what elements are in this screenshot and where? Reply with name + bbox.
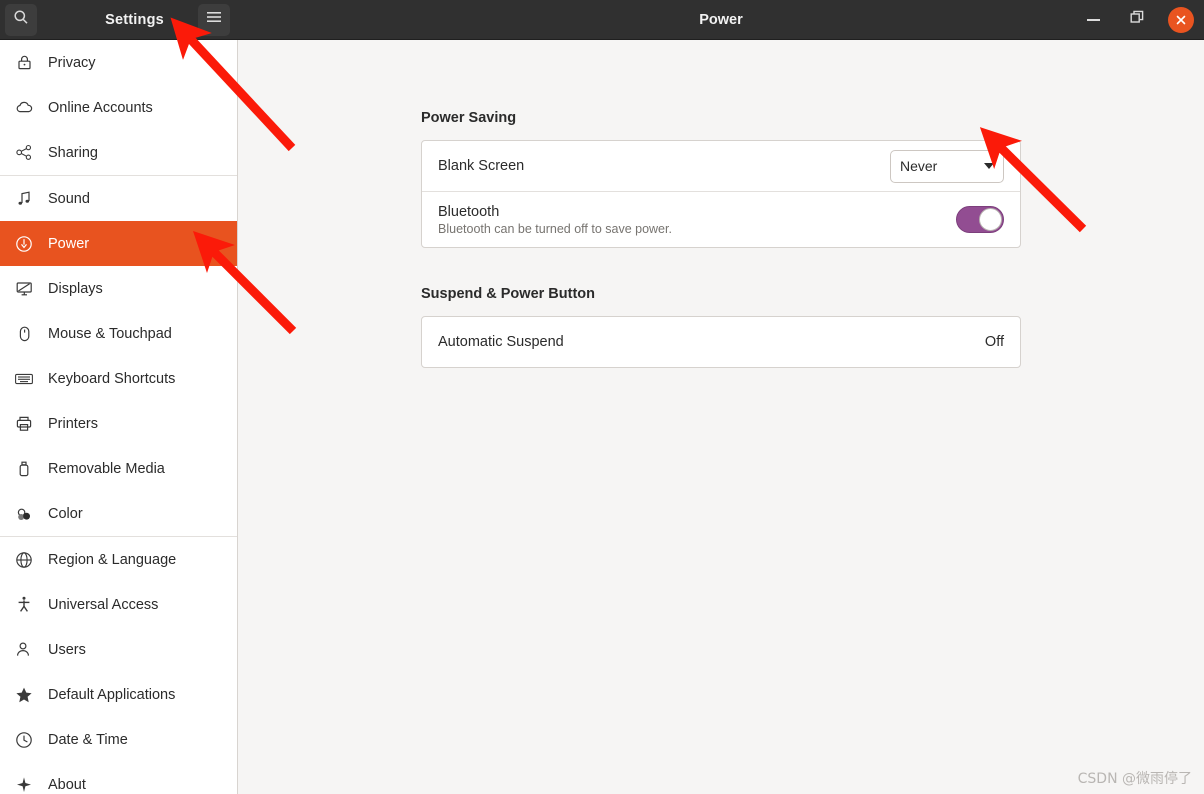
sidebar-item-label: Default Applications	[48, 686, 176, 703]
sidebar-item-label: Printers	[48, 415, 98, 432]
cloud-icon	[10, 99, 38, 116]
sidebar-item-sharing[interactable]: Sharing	[0, 130, 237, 175]
section-heading: Power Saving	[421, 110, 517, 126]
row-subtitle: Bluetooth can be turned off to save powe…	[438, 221, 672, 236]
title-bar: Settings Power	[0, 0, 1204, 40]
toggle-knob	[979, 208, 1002, 231]
search-button[interactable]	[5, 3, 37, 36]
lock-icon	[10, 54, 38, 71]
usb-drive-icon	[10, 460, 38, 478]
star-icon	[10, 686, 38, 704]
sidebar-item-label: Removable Media	[48, 460, 165, 477]
close-icon	[1175, 14, 1187, 26]
sidebar-item-label: Privacy	[48, 54, 96, 71]
globe-icon	[10, 551, 38, 569]
bluetooth-toggle[interactable]	[956, 206, 1004, 233]
row-title: Automatic Suspend	[438, 334, 564, 350]
power-saving-card: Blank Screen Never Bluetooth Bluetooth c…	[421, 140, 1021, 248]
sidebar-item-universal-access[interactable]: Universal Access	[0, 582, 237, 627]
settings-sidebar: Privacy Online Accounts Sharing Sound Po…	[0, 40, 238, 794]
blank-screen-dropdown[interactable]: Never	[890, 149, 1004, 183]
minimize-button[interactable]	[1080, 7, 1106, 33]
watermark: CSDN @微雨停了	[1077, 771, 1192, 787]
menu-button[interactable]	[198, 3, 230, 36]
section-heading: Suspend & Power Button	[421, 286, 595, 302]
sidebar-item-label: Sound	[48, 190, 90, 207]
sidebar-item-keyboard-shortcuts[interactable]: Keyboard Shortcuts	[0, 356, 237, 401]
row-title: Blank Screen	[438, 158, 525, 174]
hamburger-menu-icon	[206, 10, 222, 29]
dropdown-value: Never	[900, 158, 938, 174]
chevron-down-icon	[984, 163, 994, 169]
settings-window: Settings Power Privacy Online Accounts S…	[0, 0, 1204, 794]
sidebar-item-color[interactable]: Color	[0, 491, 237, 536]
section-power-saving: Power Saving Blank Screen Never Bluetoot…	[421, 110, 1021, 248]
clock-icon	[10, 731, 38, 749]
title-bar-main-section: Power	[238, 0, 1204, 40]
sidebar-item-label: Users	[48, 641, 86, 658]
accessibility-icon	[10, 595, 38, 614]
close-button[interactable]	[1168, 6, 1194, 33]
restore-window-icon	[1130, 10, 1145, 30]
sidebar-item-power[interactable]: Power	[0, 221, 237, 266]
music-note-icon	[10, 190, 38, 207]
share-nodes-icon	[10, 144, 38, 161]
sidebar-item-region-language[interactable]: Region & Language	[0, 537, 237, 582]
color-palette-icon	[10, 506, 38, 522]
monitor-icon	[10, 280, 38, 297]
sidebar-item-label: Keyboard Shortcuts	[48, 370, 176, 387]
page-title: Power	[699, 11, 743, 28]
user-icon	[10, 641, 38, 658]
sidebar-item-default-applications[interactable]: Default Applications	[0, 672, 237, 717]
row-title: Bluetooth	[438, 203, 500, 220]
maximize-button[interactable]	[1124, 7, 1150, 33]
sidebar-item-about[interactable]: About	[0, 762, 237, 794]
section-suspend-power-button: Suspend & Power Button Automatic Suspend…	[421, 286, 1021, 368]
window-controls	[1080, 0, 1194, 40]
sidebar-item-label: Date & Time	[48, 731, 128, 748]
sidebar-item-sound[interactable]: Sound	[0, 176, 237, 221]
sidebar-item-label: Power	[48, 235, 90, 252]
row-automatic-suspend[interactable]: Automatic Suspend Off	[422, 317, 1020, 367]
row-bluetooth[interactable]: Bluetooth Bluetooth can be turned off to…	[422, 191, 1020, 247]
sparkle-icon	[10, 776, 38, 794]
sidebar-item-label: Sharing	[48, 144, 98, 161]
sidebar-item-printers[interactable]: Printers	[0, 401, 237, 446]
sidebar-item-label: Region & Language	[48, 551, 177, 568]
automatic-suspend-value: Off	[984, 334, 1004, 350]
sidebar-item-online-accounts[interactable]: Online Accounts	[0, 85, 237, 130]
keyboard-icon	[10, 371, 38, 386]
sidebar-item-label: About	[48, 776, 86, 793]
printer-icon	[10, 415, 38, 433]
suspend-card: Automatic Suspend Off	[421, 316, 1021, 368]
sidebar-item-label: Color	[48, 505, 83, 522]
sidebar-item-date-time[interactable]: Date & Time	[0, 717, 237, 762]
window-body: Privacy Online Accounts Sharing Sound Po…	[0, 40, 1204, 794]
sidebar-item-label: Universal Access	[48, 596, 159, 613]
sidebar-item-label: Mouse & Touchpad	[48, 325, 172, 342]
sidebar-item-displays[interactable]: Displays	[0, 266, 237, 311]
sidebar-item-label: Displays	[48, 280, 103, 297]
sidebar-item-removable-media[interactable]: Removable Media	[0, 446, 237, 491]
search-icon	[13, 9, 29, 30]
sidebar-item-privacy[interactable]: Privacy	[0, 40, 237, 85]
sidebar-item-label: Online Accounts	[48, 99, 153, 116]
title-bar-sidebar-section: Settings	[0, 0, 238, 40]
power-icon	[10, 235, 38, 253]
sidebar-item-users[interactable]: Users	[0, 627, 237, 672]
row-blank-screen[interactable]: Blank Screen Never	[422, 141, 1020, 191]
mouse-icon	[10, 325, 38, 343]
sidebar-item-mouse-touchpad[interactable]: Mouse & Touchpad	[0, 311, 237, 356]
settings-content: Power Saving Blank Screen Never Bluetoot…	[238, 40, 1204, 794]
